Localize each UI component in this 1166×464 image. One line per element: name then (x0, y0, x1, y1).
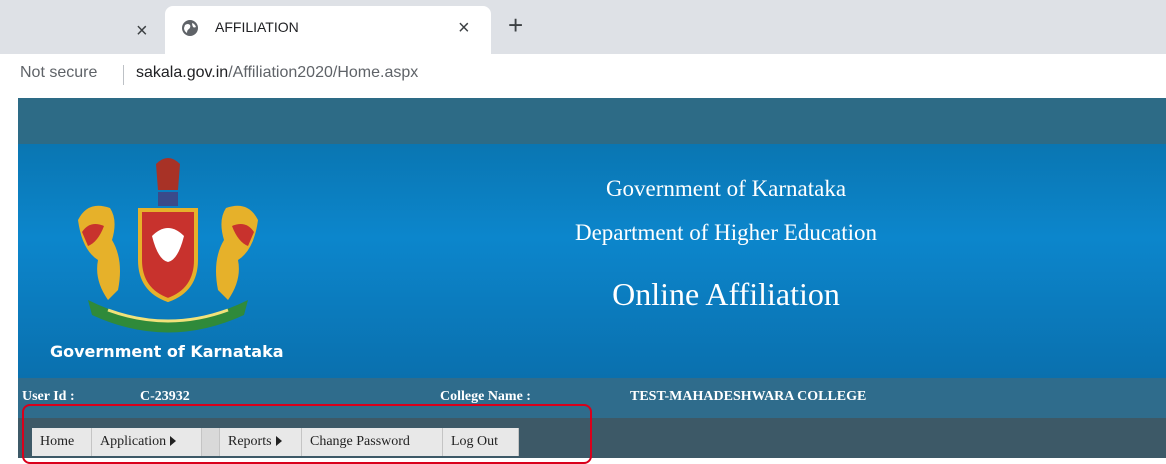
url-path: /Affiliation2020/Home.aspx (228, 64, 419, 81)
close-tab-icon[interactable]: × (136, 20, 148, 43)
user-id-label: User Id : (22, 389, 75, 404)
page-top-band (18, 98, 1166, 144)
karnataka-emblem-icon (78, 158, 258, 333)
header-banner: Government of Karnataka Government of Ka… (18, 144, 1166, 378)
tab-title: AFFILIATION (215, 19, 299, 35)
emblem-caption: Government of Karnataka (50, 342, 284, 361)
college-name-value: TEST-MAHADESHWARA COLLEGE (630, 389, 867, 404)
security-indicator[interactable]: Not secure (20, 64, 97, 82)
globe-icon (182, 20, 198, 36)
new-tab-button[interactable]: + (508, 12, 523, 38)
page-title: Online Affiliation (612, 276, 840, 312)
url-text[interactable]: sakala.gov.in/Affiliation2020/Home.aspx (136, 64, 418, 82)
browser-tab-strip: × AFFILIATION × + (0, 0, 1166, 54)
address-bar[interactable]: Not secure sakala.gov.in/Affiliation2020… (0, 54, 1166, 94)
url-host: sakala.gov.in (136, 64, 229, 81)
address-separator (123, 65, 124, 85)
close-tab-icon[interactable]: × (458, 17, 470, 40)
user-id-value: C-23932 (140, 389, 190, 404)
header-government: Government of Karnataka (605, 176, 847, 201)
college-name-label: College Name : (440, 389, 531, 404)
menu-highlight-box (22, 404, 592, 464)
browser-tab-inactive[interactable]: × (0, 8, 165, 54)
browser-tab-active[interactable]: AFFILIATION × (165, 6, 491, 54)
header-department: Department of Higher Education (574, 220, 878, 245)
